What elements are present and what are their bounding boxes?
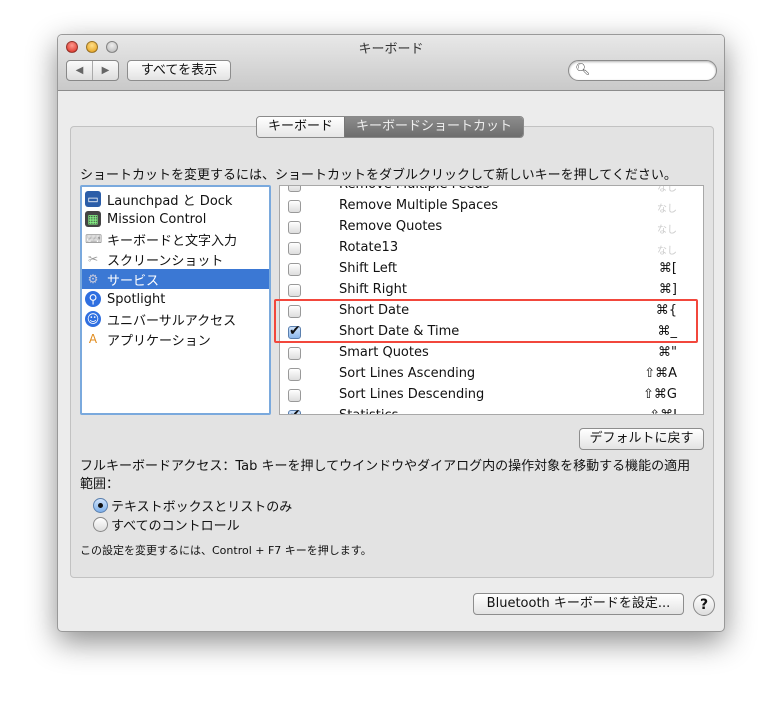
enable-checkbox[interactable]	[288, 368, 301, 381]
shortcut-keys[interactable]: なし	[657, 200, 677, 215]
tab-bar: キーボード キーボードショートカット	[256, 116, 525, 138]
keyboard-preferences-window: キーボード ◀ ▶ すべてを表示 🔍︎ キーボード キーボードショートカット シ…	[57, 34, 725, 632]
table-row[interactable]: Remove Quotes なし	[280, 217, 703, 238]
launchpad-icon: ▭	[85, 191, 101, 207]
shortcut-keys[interactable]: ⇧⌘G	[643, 387, 677, 402]
search-input[interactable]: 🔍︎	[568, 60, 717, 81]
title-bar: キーボード ◀ ▶ すべてを表示 🔍︎	[58, 35, 724, 91]
shortcut-label: Remove Multiple Spaces	[339, 198, 499, 213]
spotlight-icon: ⚲	[85, 291, 101, 307]
shortcut-keys[interactable]: ⇧⌘A	[644, 366, 677, 381]
category-list[interactable]: ▭ Launchpad と Dock ▦ Mission Control ⌨ キーボー…	[80, 185, 271, 415]
shortcut-label: Smart Quotes	[339, 345, 429, 360]
category-label: Mission Control	[107, 211, 207, 227]
enable-checkbox[interactable]	[288, 263, 301, 276]
radio-selected-icon[interactable]	[93, 498, 108, 513]
category-label: Spotlight	[107, 291, 166, 307]
screenshot-icon: ✂	[87, 252, 99, 266]
category-mission-control[interactable]: ▦ Mission Control	[82, 209, 269, 229]
shortcut-label: Shift Right	[339, 282, 407, 297]
enable-checkbox[interactable]	[288, 284, 301, 297]
tab-keyboard[interactable]: キーボード	[257, 117, 345, 137]
table-row[interactable]: Shift Right ⌘]	[280, 280, 703, 301]
shortcut-keys[interactable]: ⌘"	[658, 345, 677, 360]
category-label: アプリケーション	[107, 333, 211, 349]
gear-icon: ⚙	[87, 272, 99, 286]
radio-all-controls[interactable]: すべてのコントロール	[93, 515, 240, 534]
shortcut-keys[interactable]: なし	[657, 242, 677, 257]
window-title: キーボード	[358, 42, 424, 57]
forward-icon[interactable]: ▶	[93, 61, 118, 80]
enable-checkbox[interactable]	[288, 242, 301, 255]
enable-checkbox[interactable]	[288, 407, 301, 414]
shortcut-label: Sort Lines Descending	[339, 387, 485, 402]
shortcut-keys[interactable]: なし	[657, 221, 677, 236]
table-row[interactable]: Remove Multiple Spaces なし	[280, 196, 703, 217]
category-keyboard-input[interactable]: ⌨ キーボードと文字入力	[82, 229, 269, 249]
enable-checkbox[interactable]	[288, 186, 301, 192]
category-label: キーボードと文字入力	[107, 233, 238, 249]
table-row[interactable]: Smart Quotes ⌘"	[280, 343, 703, 364]
shortcut-label: Rotate13	[339, 240, 399, 255]
setup-bluetooth-keyboard-button[interactable]: Bluetooth キーボードを設定...	[473, 593, 684, 615]
shortcut-label: Shift Left	[339, 261, 398, 276]
table-row[interactable]: Sort Lines Descending ⇧⌘G	[280, 385, 703, 406]
full-keyboard-access-text-2: 範囲：	[80, 477, 120, 492]
shortcut-label: Remove Multiple Feeds	[339, 186, 489, 192]
category-services[interactable]: ⚙ サービス	[82, 269, 269, 289]
category-launchpad-dock[interactable]: ▭ Launchpad と Dock	[82, 189, 269, 209]
enable-checkbox[interactable]	[288, 200, 301, 213]
shortcut-label: Statistics	[339, 408, 398, 414]
highlight-box	[274, 299, 698, 343]
back-icon[interactable]: ◀	[67, 61, 93, 80]
category-label: ユニバーサルアクセス	[107, 313, 237, 329]
radio-label: テキストボックスとリストのみ	[111, 500, 293, 515]
radio-text-boxes-lists[interactable]: テキストボックスとリストのみ	[93, 496, 292, 515]
shortcut-keys[interactable]: ⇧⌘I	[649, 408, 677, 414]
category-universal-access[interactable]: ☺ ユニバーサルアクセス	[82, 309, 269, 329]
enable-checkbox[interactable]	[288, 389, 301, 402]
full-keyboard-access-text: フルキーボードアクセス：Tab キーを押してウインドウやダイアログ内の操作対象を…	[80, 459, 691, 474]
tab-keyboard-shortcuts[interactable]: キーボードショートカット	[344, 117, 524, 137]
restore-defaults-button[interactable]: デフォルトに戻す	[579, 428, 704, 450]
help-button[interactable]: ?	[693, 594, 715, 616]
category-spotlight[interactable]: ⚲ Spotlight	[82, 289, 269, 309]
shortcut-label: Remove Quotes	[339, 219, 443, 234]
category-applications[interactable]: A アプリケーション	[82, 329, 269, 349]
instruction-text: ショートカットを変更するには、ショートカットをダブルクリックして新しいキーを押し…	[80, 168, 677, 183]
shortcut-keys[interactable]: なし	[657, 186, 677, 194]
radio-label: すべてのコントロール	[111, 519, 240, 534]
shortcut-label: Sort Lines Ascending	[339, 366, 476, 381]
show-all-button[interactable]: すべてを表示	[127, 60, 231, 81]
table-row[interactable]: Statistics ⇧⌘I	[280, 406, 703, 414]
category-label: Launchpad と Dock	[107, 193, 233, 209]
keyboard-icon: ⌨	[85, 232, 103, 246]
table-row[interactable]: Shift Left ⌘[	[280, 259, 703, 280]
enable-checkbox[interactable]	[288, 347, 301, 360]
category-screenshots[interactable]: ✂ スクリーンショット	[82, 249, 269, 269]
category-label: スクリーンショット	[107, 253, 224, 269]
search-icon: 🔍︎	[575, 62, 591, 76]
category-label: サービス	[107, 273, 160, 289]
applications-icon: A	[88, 332, 98, 346]
table-row[interactable]: Rotate13 なし	[280, 238, 703, 259]
enable-checkbox[interactable]	[288, 221, 301, 234]
back-forward-buttons: ◀ ▶	[66, 60, 119, 81]
mission-control-icon: ▦	[85, 211, 101, 227]
accessibility-icon: ☺	[85, 311, 101, 327]
shortcut-keys[interactable]: ⌘]	[659, 282, 677, 297]
table-row[interactable]: Sort Lines Ascending ⇧⌘A	[280, 364, 703, 385]
shortcut-keys[interactable]: ⌘[	[659, 261, 677, 276]
radio-icon[interactable]	[93, 517, 108, 532]
table-row[interactable]: Remove Multiple Feeds なし	[280, 186, 703, 196]
shortcut-note: この設定を変更するには、Control + F7 キーを押します。	[80, 544, 372, 557]
